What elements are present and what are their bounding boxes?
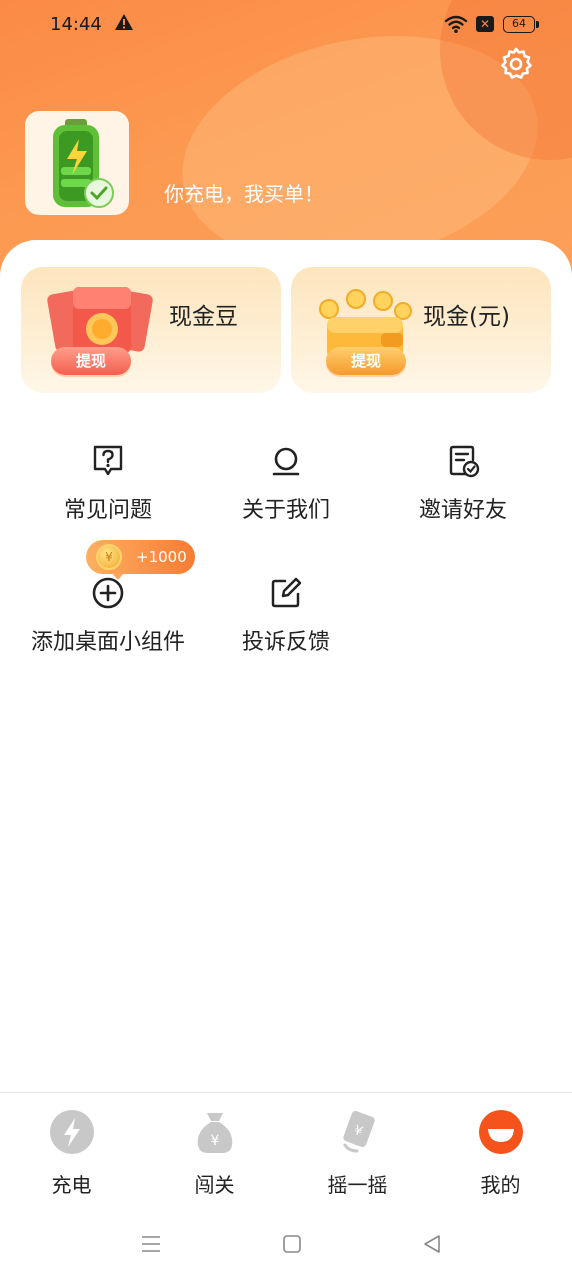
shake-icon: ¥ (342, 1110, 375, 1153)
tab-charge[interactable]: 充电 (0, 1093, 143, 1209)
menu-icon[interactable] (139, 1232, 163, 1256)
add-widget-item[interactable]: 添加桌面小组件 (13, 576, 203, 676)
add-widget-label: 添加桌面小组件 (30, 630, 185, 655)
about-item[interactable]: 关于我们 (191, 444, 381, 544)
home-icon[interactable] (280, 1232, 304, 1256)
add-circle-icon (92, 577, 124, 609)
feedback-item[interactable]: 投诉反馈 (191, 576, 381, 676)
system-nav-bar (0, 1208, 572, 1280)
faq-label: 常见问题 (63, 498, 152, 523)
profile-icon (478, 1110, 523, 1154)
notification-icon: ✕ (476, 16, 494, 32)
about-label: 关于我们 (241, 498, 330, 523)
user-icon (272, 447, 300, 476)
withdraw-beans-button[interactable]: 提现 (51, 347, 131, 375)
faq-item[interactable]: 常见问题 (13, 444, 203, 544)
battery-charging-icon (53, 119, 114, 208)
avatar[interactable] (25, 111, 129, 215)
warning-icon (115, 14, 133, 30)
cash-yuan-title: 现金(元) (423, 304, 510, 330)
feedback-label: 投诉反馈 (241, 630, 330, 655)
tab-charge-label: 充电 (51, 1173, 92, 1197)
wifi-icon (444, 15, 468, 33)
back-icon[interactable] (420, 1232, 444, 1256)
status-time: 14:44 (50, 14, 102, 35)
help-chat-icon (93, 445, 123, 476)
invite-item[interactable]: 邀请好友 (368, 444, 558, 544)
tab-challenge[interactable]: ¥ 闯关 (143, 1093, 286, 1209)
slogan-text: 你充电，我买单！ (164, 182, 324, 206)
tab-challenge-label: 闯关 (194, 1173, 235, 1197)
invite-document-icon (449, 445, 480, 478)
svg-text:¥: ¥ (210, 1133, 219, 1149)
withdraw-yuan-button[interactable]: 提现 (326, 347, 406, 375)
cash-beans-title: 现金豆 (169, 304, 238, 330)
tab-mine[interactable]: 我的 (429, 1093, 572, 1209)
gear-icon[interactable] (498, 46, 534, 82)
lightning-icon (49, 1110, 94, 1154)
edit-icon (271, 577, 302, 608)
cash-beans-card[interactable]: 现金豆 提现 (21, 267, 281, 393)
coin-icon: ¥ (96, 544, 122, 570)
status-bar: 14:44 ✕ 64 (0, 0, 572, 50)
bottom-tab-bar: 充电 ¥ 闯关 ¥ 摇一摇 我的 (0, 1092, 572, 1208)
invite-label: 邀请好友 (418, 498, 507, 523)
cash-yuan-card[interactable]: 现金(元) 提现 (291, 267, 551, 393)
money-bag-icon: ¥ (197, 1113, 232, 1153)
tab-mine-label: 我的 (480, 1173, 521, 1197)
reward-amount: +1000 (136, 548, 187, 566)
reward-badge: ¥ +1000 (86, 540, 195, 580)
tab-shake[interactable]: ¥ 摇一摇 (286, 1093, 429, 1209)
battery-indicator: 64 (503, 16, 539, 33)
tab-shake-label: 摇一摇 (327, 1173, 388, 1197)
